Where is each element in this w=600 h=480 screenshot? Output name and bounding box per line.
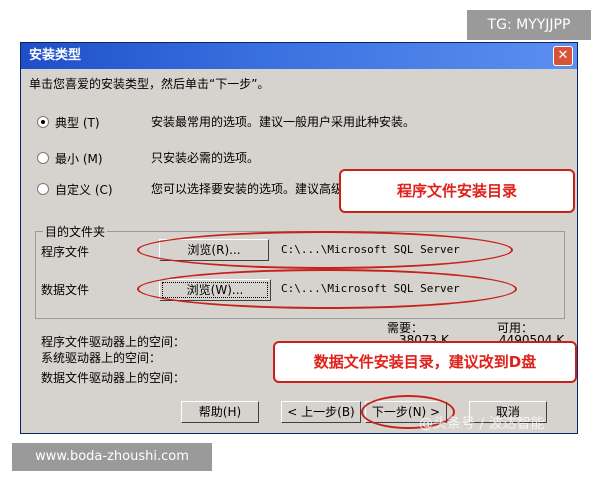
option-minimal-description: 只安装必需的选项。 (151, 151, 260, 165)
option-hotkey: (T) (82, 116, 100, 130)
option-hotkey: (M) (82, 152, 103, 166)
back-button[interactable]: < 上一步(B) (281, 401, 361, 423)
option-hotkey: (C) (94, 183, 113, 197)
tg-watermark: TG: MYYJJPP (467, 10, 591, 40)
faint-watermark: @头条号 / 波达智能 (419, 416, 545, 432)
destination-group-label: 目的文件夹 (43, 223, 108, 240)
program-files-label: 程序文件 (41, 245, 90, 259)
option-typical-description: 安装最常用的选项。建议一般用户采用此种安装。 (151, 115, 416, 129)
data-files-label: 数据文件 (41, 283, 90, 297)
program-path-highlight (137, 231, 513, 269)
option-minimal-label[interactable]: 最小 (M) (55, 150, 103, 167)
program-drive-space-label: 程序文件驱动器上的空间： (41, 335, 186, 349)
program-dir-callout: 程序文件安装目录 (339, 169, 575, 213)
option-custom-label[interactable]: 自定义 (C) (55, 181, 113, 198)
data-dir-callout: 数据文件安装目录，建议改到D盘 (273, 341, 577, 383)
radio-custom[interactable] (37, 183, 49, 195)
radio-typical[interactable] (37, 116, 49, 128)
radio-minimal[interactable] (37, 152, 49, 164)
option-label: 自定义 (55, 183, 92, 197)
system-drive-space-label: 系统驱动器上的空间： (41, 351, 162, 365)
option-typical-label[interactable]: 典型 (T) (55, 114, 100, 131)
data-drive-space-label: 数据文件驱动器上的空间： (41, 371, 186, 385)
option-label: 最小 (55, 152, 80, 166)
install-type-dialog: 安装类型 ✕ 单击您喜爱的安装类型，然后单击“下一步”。 典型 (T) 安装最常… (20, 42, 578, 434)
close-icon[interactable]: ✕ (553, 46, 573, 66)
dialog-title: 安装类型 (21, 43, 577, 69)
url-watermark: www.boda-zhoushi.com (12, 443, 212, 471)
option-label: 典型 (55, 116, 80, 130)
instruction-text: 单击您喜爱的安装类型，然后单击“下一步”。 (29, 77, 270, 91)
data-path-highlight (137, 269, 517, 309)
help-button[interactable]: 帮助(H) (181, 401, 259, 423)
